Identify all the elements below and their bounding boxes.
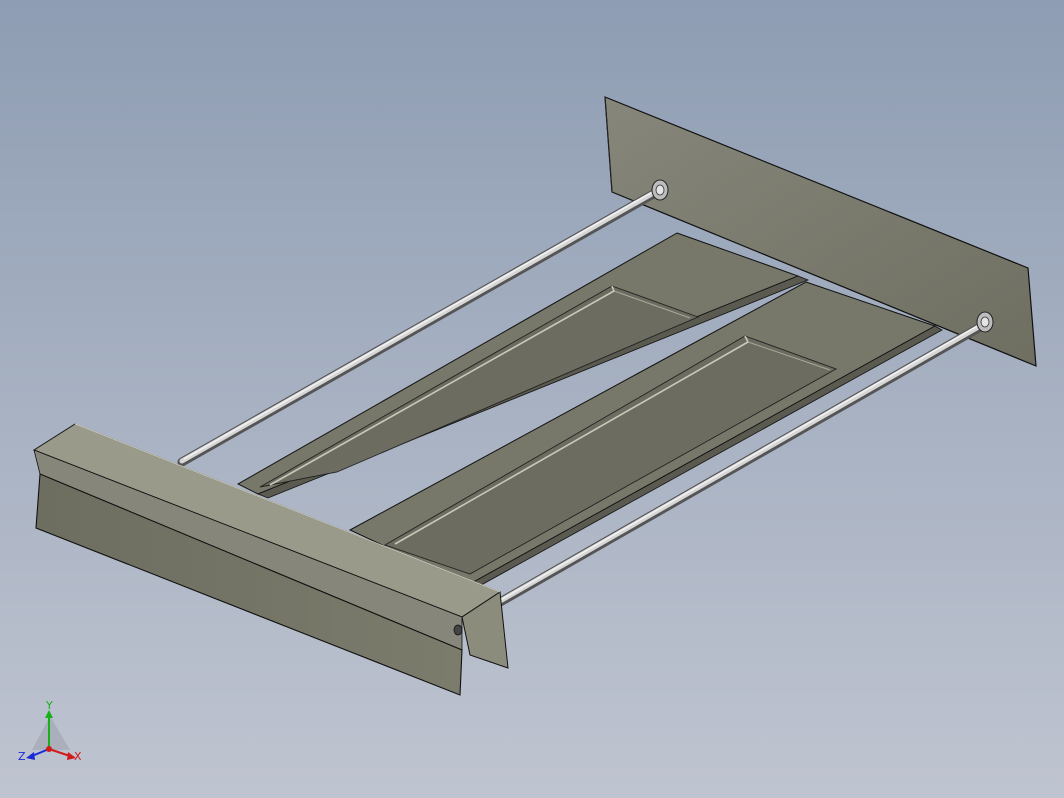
x-axis-arrow-icon	[48, 748, 71, 757]
triad-base-icon	[32, 716, 70, 750]
model-scene[interactable]	[0, 0, 1064, 798]
y-axis-label: Y	[45, 700, 53, 712]
triad-origin-icon	[46, 746, 52, 752]
x-axis-label: X	[74, 750, 82, 763]
z-axis-label: Z	[18, 750, 26, 763]
axis-triad: Y X Z	[18, 700, 82, 763]
3d-viewport[interactable]: Y X Z	[0, 0, 1064, 798]
